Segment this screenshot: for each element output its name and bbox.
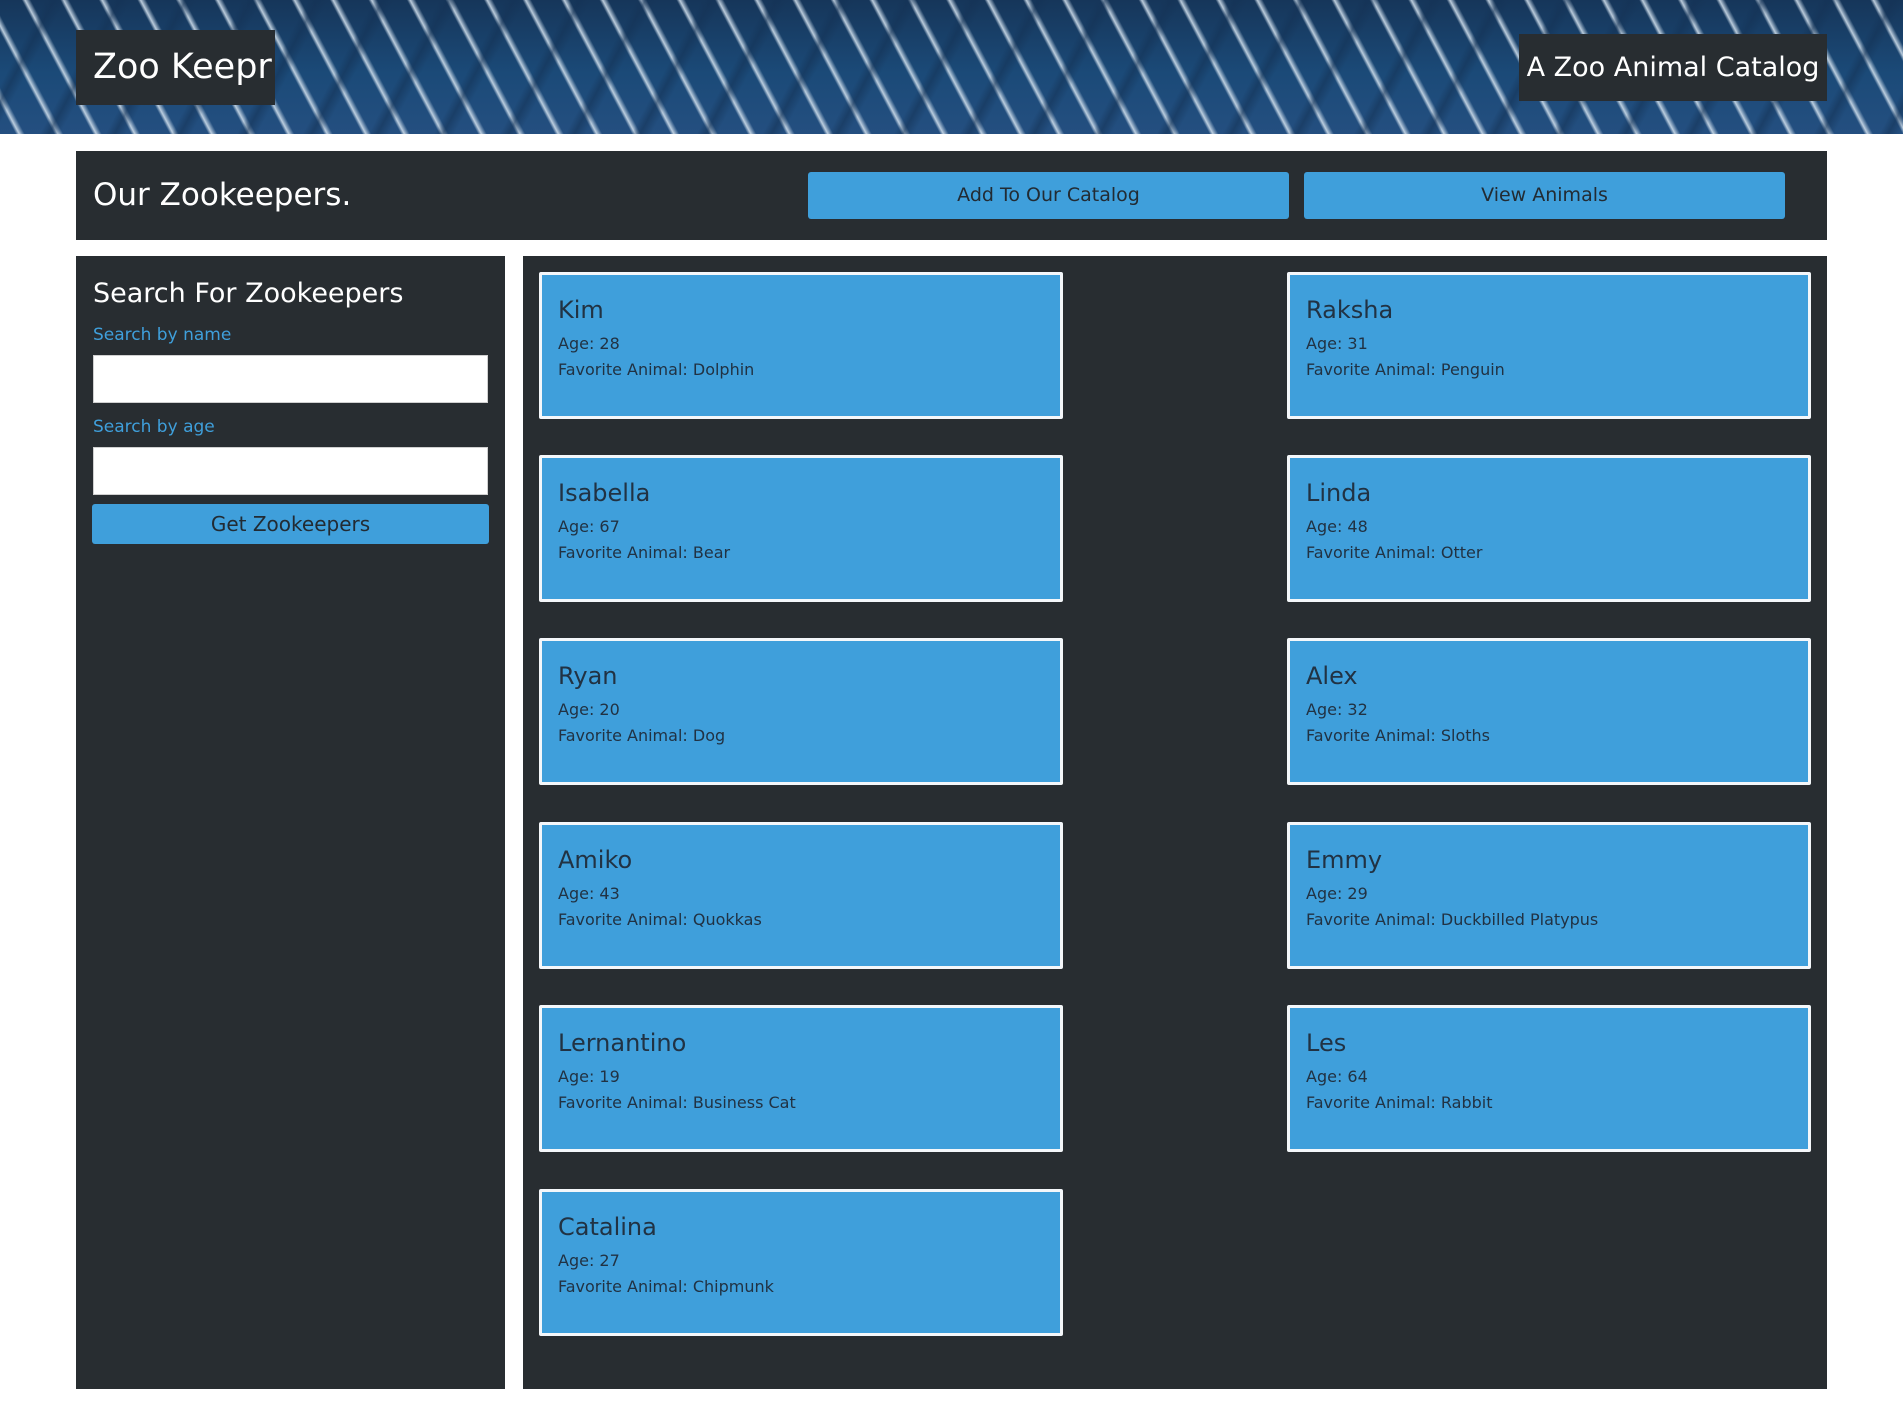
zookeeper-age: Age: 19 — [558, 1067, 620, 1086]
zookeeper-favorite-animal: Favorite Animal: Bear — [558, 543, 731, 562]
zookeeper-age: Age: 27 — [558, 1251, 620, 1270]
zookeeper-name: Catalina — [558, 1213, 657, 1241]
zookeeper-favorite-animal: Favorite Animal: Duckbilled Platypus — [1306, 910, 1599, 929]
zookeeper-favorite-animal: Favorite Animal: Otter — [1306, 543, 1483, 562]
zookeeper-name: Linda — [1306, 479, 1372, 507]
zookeeper-name: Emmy — [1306, 846, 1383, 874]
zookeeper-name: Kim — [558, 296, 604, 324]
zookeeper-favorite-animal: Favorite Animal: Quokkas — [558, 910, 762, 929]
zookeeper-age: Age: 20 — [558, 700, 620, 719]
search-name-label: Search by name — [93, 325, 232, 345]
zookeeper-card: Alex Age: 32 Favorite Animal: Sloths — [1287, 638, 1811, 785]
site-header: Zoo Keepr A Zoo Animal Catalog — [0, 0, 1903, 134]
zookeeper-favorite-animal: Favorite Animal: Penguin — [1306, 360, 1505, 379]
zookeeper-name: Ryan — [558, 662, 618, 690]
search-panel-title: Search For Zookeepers — [93, 278, 404, 309]
zookeeper-age: Age: 43 — [558, 884, 620, 903]
zookeeper-age: Age: 64 — [1306, 1067, 1368, 1086]
zookeeper-card: Ryan Age: 20 Favorite Animal: Dog — [539, 638, 1063, 785]
zookeeper-card: Raksha Age: 31 Favorite Animal: Penguin — [1287, 272, 1811, 419]
zookeeper-favorite-animal: Favorite Animal: Business Cat — [558, 1093, 796, 1112]
site-logo[interactable]: Zoo Keepr — [76, 30, 275, 105]
zookeeper-card: Emmy Age: 29 Favorite Animal: Duckbilled… — [1287, 822, 1811, 969]
zookeeper-card: Linda Age: 48 Favorite Animal: Otter — [1287, 455, 1811, 602]
zookeeper-card: Lernantino Age: 19 Favorite Animal: Busi… — [539, 1005, 1063, 1152]
page-title: Our Zookeepers. — [93, 177, 352, 213]
zookeeper-age: Age: 32 — [1306, 700, 1368, 719]
search-age-input[interactable] — [93, 447, 488, 495]
zookeeper-age: Age: 29 — [1306, 884, 1368, 903]
zookeeper-age: Age: 67 — [558, 517, 620, 536]
zookeeper-list: Kim Age: 28 Favorite Animal: Dolphin Rak… — [523, 256, 1827, 1389]
zookeeper-favorite-animal: Favorite Animal: Dolphin — [558, 360, 755, 379]
zookeeper-name: Isabella — [558, 479, 651, 507]
zookeeper-favorite-animal: Favorite Animal: Dog — [558, 726, 726, 745]
site-tagline: A Zoo Animal Catalog — [1519, 34, 1827, 101]
view-animals-button[interactable]: View Animals — [1304, 172, 1785, 219]
zookeeper-card: Kim Age: 28 Favorite Animal: Dolphin — [539, 272, 1063, 419]
zookeeper-card: Catalina Age: 27 Favorite Animal: Chipmu… — [539, 1189, 1063, 1336]
search-panel: Search For Zookeepers Search by name Sea… — [76, 256, 505, 1389]
zookeeper-name: Lernantino — [558, 1029, 687, 1057]
zookeeper-name: Amiko — [558, 846, 633, 874]
zookeeper-card: Isabella Age: 67 Favorite Animal: Bear — [539, 455, 1063, 602]
page-toolbar: Our Zookeepers. Add To Our Catalog View … — [76, 151, 1827, 240]
zookeeper-name: Les — [1306, 1029, 1347, 1057]
zookeeper-favorite-animal: Favorite Animal: Chipmunk — [558, 1277, 774, 1296]
zookeeper-name: Alex — [1306, 662, 1358, 690]
add-to-catalog-button[interactable]: Add To Our Catalog — [808, 172, 1289, 219]
zookeeper-favorite-animal: Favorite Animal: Rabbit — [1306, 1093, 1493, 1112]
zookeeper-card: Les Age: 64 Favorite Animal: Rabbit — [1287, 1005, 1811, 1152]
zookeeper-age: Age: 31 — [1306, 334, 1368, 353]
search-age-label: Search by age — [93, 417, 215, 437]
zookeeper-favorite-animal: Favorite Animal: Sloths — [1306, 726, 1491, 745]
zookeeper-age: Age: 48 — [1306, 517, 1368, 536]
search-name-input[interactable] — [93, 355, 488, 403]
zookeeper-card: Amiko Age: 43 Favorite Animal: Quokkas — [539, 822, 1063, 969]
zookeeper-name: Raksha — [1306, 296, 1394, 324]
get-zookeepers-button[interactable]: Get Zookeepers — [92, 504, 489, 544]
zookeeper-age: Age: 28 — [558, 334, 620, 353]
